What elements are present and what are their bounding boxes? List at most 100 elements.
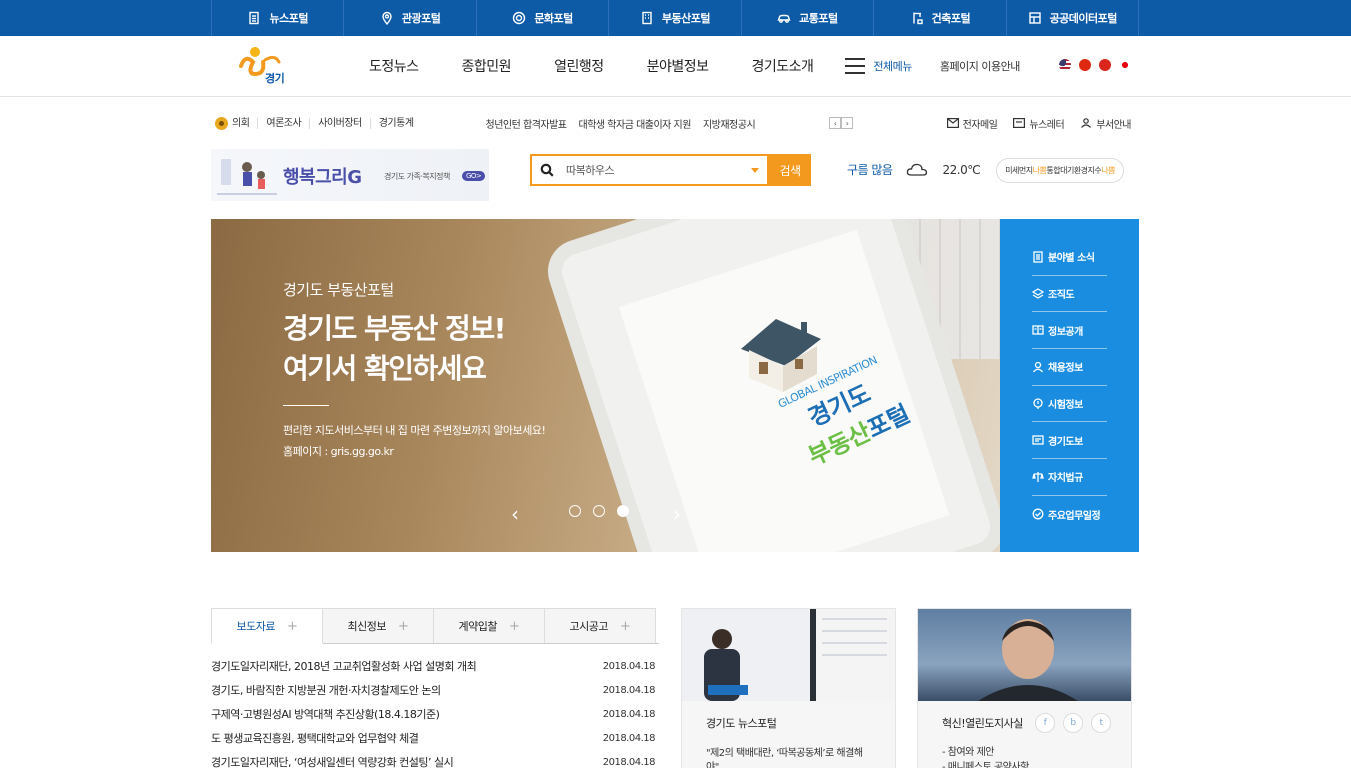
tab-contract-bidding[interactable]: 계약입찰 +: [433, 608, 545, 643]
dept-guide-link[interactable]: 부서안내: [1080, 116, 1131, 131]
news-row[interactable]: 경기도, 바람직한 지방분권 개헌·자치경찰제도안 논의 2018.04.18: [211, 678, 659, 702]
flag-japan-icon[interactable]: [1119, 59, 1131, 71]
tab-press-release[interactable]: 보도자료 +: [211, 608, 323, 644]
quick-link-label: 경기도보: [1048, 436, 1083, 448]
more-plus-icon[interactable]: +: [398, 619, 409, 634]
air-prefix: 통합대기환경지수: [1046, 166, 1102, 175]
rolling-notice-item[interactable]: 지방재정공시: [703, 116, 756, 131]
facebook-icon[interactable]: f: [1035, 713, 1055, 733]
portal-traffic-label: 교통포털: [799, 12, 838, 25]
flag-english-icon[interactable]: [1059, 59, 1071, 71]
list-icon: [1033, 251, 1043, 263]
quick-link-schedule[interactable]: 주요업무일정: [1032, 496, 1107, 533]
governor-card[interactable]: 혁신!열린도지사실 - 참여와 제안 - 매니페스토 공약사항 f b t: [917, 608, 1132, 768]
news-title: 도 평생교육진흥원, 평택대학교와 업무협약 체결: [211, 732, 419, 745]
menu-dojeong-news[interactable]: 도정뉴스: [369, 56, 419, 76]
rolling-notice-item[interactable]: 청년인턴 합격자발표: [486, 116, 567, 131]
portal-tour-link[interactable]: 관광포털: [344, 0, 477, 36]
portal-building-link[interactable]: 건축포털: [874, 0, 1007, 36]
menu-civil-service[interactable]: 종합민원: [462, 56, 512, 76]
slide-title-line2: 여기서 확인하세요: [283, 352, 487, 385]
menu-gyeonggi-intro[interactable]: 경기도소개: [752, 56, 814, 76]
quick-link-jobs[interactable]: 채용정보: [1032, 349, 1107, 386]
hero-slide[interactable]: GLOBAL INSPIRATION 경기도 부동산포털 경기도 부동산포털 경…: [211, 219, 1000, 552]
hero-section: GLOBAL INSPIRATION 경기도 부동산포털 경기도 부동산포털 경…: [0, 219, 1351, 552]
search-row: 행복그리G 경기도 가족·복지정책 GO> 검색 구름 많음 22.0℃ 미세먼…: [0, 149, 1351, 219]
search-input[interactable]: [566, 163, 739, 177]
quick-link-org-chart[interactable]: 조직도: [1032, 276, 1107, 313]
search-dropdown-caret-icon[interactable]: [751, 167, 759, 173]
search-icon: [540, 163, 554, 177]
site-logo[interactable]: 경기: [235, 44, 295, 88]
news-row[interactable]: 경기도일자리재단, ‘여성새일센터 역량강화 컨설팅’ 실시 2018.04.18: [211, 750, 659, 768]
cyber-market-link[interactable]: 사이버장터: [309, 117, 370, 129]
slide-title: 경기도 부동산 정보! 여기서 확인하세요: [283, 309, 506, 389]
slide-pagination: [569, 505, 629, 517]
search-box: 검색: [530, 154, 811, 186]
quick-link-field-news[interactable]: 분야별 소식: [1032, 239, 1107, 276]
tab-label: 계약입찰: [458, 620, 498, 633]
news-portal-card[interactable]: 경기도 뉴스포털 "제2의 택배대란, ‘따복공동체’로 해결해야": [681, 608, 896, 768]
dept-guide-label: 부서안내: [1096, 119, 1131, 131]
news-row[interactable]: 경기도일자리재단, 2018년 고교취업활성화 사업 설명회 개최 2018.04…: [211, 654, 659, 678]
portal-publicdata-link[interactable]: 공공데이터포털: [1007, 0, 1139, 36]
twitter-icon[interactable]: t: [1091, 713, 1111, 733]
news-tabs: 보도자료 + 최신정보 + 계약입찰 + 고시공고 +: [211, 608, 659, 644]
tab-public-notice[interactable]: 고시공고 +: [544, 608, 656, 643]
portal-culture-link[interactable]: 문화포털: [477, 0, 610, 36]
rolling-prev-button[interactable]: ‹: [829, 117, 842, 129]
statistics-link[interactable]: 경기통계: [369, 117, 422, 129]
news-row[interactable]: 도 평생교육진흥원, 평택대학교와 업무협약 체결 2018.04.18: [211, 726, 659, 750]
slide-dot[interactable]: [569, 505, 581, 517]
quick-link-info-disclosure[interactable]: 정보공개: [1032, 312, 1107, 350]
flag-china-icon[interactable]: [1079, 59, 1091, 71]
tab-latest-info[interactable]: 최신정보 +: [322, 608, 434, 643]
quick-link-exams[interactable]: 시험정보: [1032, 386, 1107, 423]
portal-realestate-link[interactable]: 부동산포털: [609, 0, 742, 36]
search-button[interactable]: 검색: [769, 154, 811, 186]
utility-row: 의회 여론조사 사이버장터 경기통계 청년인턴 합격자발표 대학생 학자금 대출…: [0, 97, 1351, 149]
building-icon: [642, 11, 652, 25]
council-link[interactable]: 의회: [211, 116, 257, 130]
all-menu-button[interactable]: 전체메뉴: [845, 58, 912, 74]
survey-link[interactable]: 여론조사: [257, 117, 309, 129]
blog-icon[interactable]: b: [1063, 713, 1083, 733]
news-row[interactable]: 구제역·고병원성AI 방역대책 추진상황(18.4.18기준) 2018.04.1…: [211, 702, 659, 726]
quick-link-ordinances[interactable]: 자치법규: [1032, 459, 1107, 496]
slide-next-button[interactable]: ›: [673, 502, 681, 526]
rolling-next-button[interactable]: ›: [841, 117, 854, 129]
news-portal-photo: [682, 609, 895, 701]
related-links: 의회 여론조사 사이버장터 경기통계: [211, 116, 422, 130]
slide-prev-button[interactable]: ‹: [511, 502, 519, 526]
newsletter-link[interactable]: 뉴스레터: [1013, 116, 1065, 131]
rolling-notice-item[interactable]: 대학생 학자금 대출이자 지원: [579, 116, 692, 131]
construction-icon: [912, 12, 923, 25]
site-guide-link[interactable]: 홈페이지 이용안내: [940, 58, 1020, 74]
welfare-banner[interactable]: 행복그리G 경기도 가족·복지정책 GO>: [211, 149, 489, 201]
culture-icon: [513, 11, 526, 25]
governor-link-proposal[interactable]: - 참여와 제안: [942, 745, 1107, 760]
menu-open-admin[interactable]: 열린행정: [554, 56, 604, 76]
air-quality-badge[interactable]: 미세먼지 나쁨 통합대기환경지수 나쁨: [996, 158, 1124, 183]
flag-vietnam-icon[interactable]: [1099, 59, 1111, 71]
portal-news-link[interactable]: 뉴스포털: [212, 0, 345, 36]
news-portal-body: 경기도 뉴스포털 "제2의 택배대란, ‘따복공동체’로 해결해야": [682, 701, 895, 768]
newsletter-icon: [1013, 118, 1026, 128]
quick-link-gazette[interactable]: 경기도보: [1032, 422, 1107, 460]
governor-link-manifesto[interactable]: - 매니페스토 공약사항: [942, 760, 1107, 768]
governor-portrait-icon: [978, 619, 1078, 701]
menu-field-info[interactable]: 분야별정보: [647, 56, 709, 76]
more-plus-icon[interactable]: +: [509, 619, 520, 634]
slide-dot-active[interactable]: [617, 505, 629, 517]
more-plus-icon[interactable]: +: [287, 619, 298, 634]
slide-desc-line2: 홈페이지 : gris.gg.go.kr: [283, 445, 394, 458]
slide-desc-line1: 편리한 지도서비스부터 내 집 마련 주변정보까지 알아보세요!: [283, 424, 546, 437]
more-plus-icon[interactable]: +: [620, 619, 631, 634]
portal-traffic-link[interactable]: 교통포털: [742, 0, 875, 36]
slide-dot[interactable]: [593, 505, 605, 517]
quick-link-label: 주요업무일정: [1048, 510, 1101, 522]
quick-link-label: 시험정보: [1048, 400, 1083, 412]
email-link[interactable]: 전자메일: [946, 116, 998, 131]
quick-links-panel: 분야별 소식 조직도 정보공개 채용정보 시험정보 경기도보 자치법규 주요업무…: [1000, 219, 1139, 552]
dust-prefix: 미세먼지: [1005, 166, 1033, 175]
